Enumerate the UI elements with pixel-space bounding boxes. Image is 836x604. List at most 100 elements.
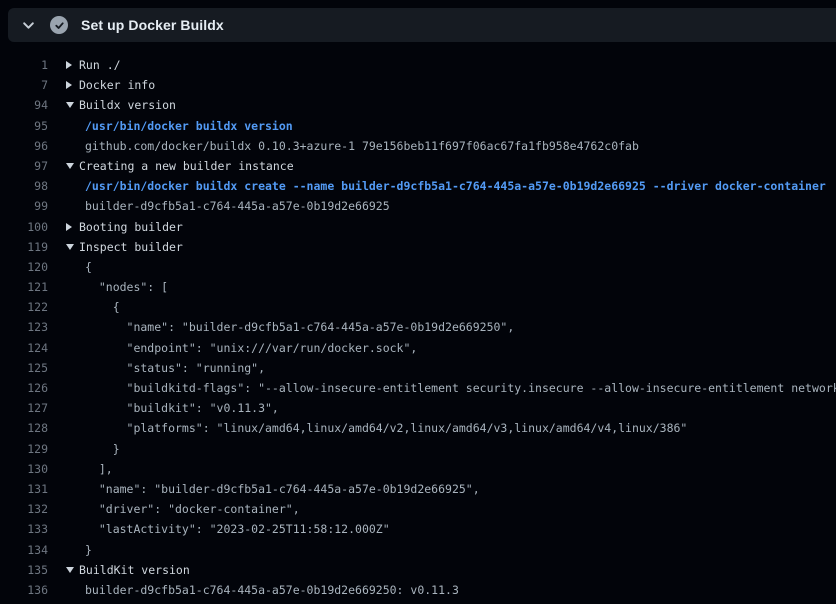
log-line-number[interactable]: 127	[0, 398, 48, 418]
log-content: {	[66, 257, 92, 277]
log-line-text: {	[85, 297, 120, 317]
log-line-number[interactable]: 119	[0, 237, 48, 257]
log-row: 128 "platforms": "linux/amd64,linux/amd6…	[0, 418, 836, 438]
log-lines: 1 Run ./ 7 Docker info 94 Buildx version…	[0, 45, 836, 600]
log-row: 127 "buildkit": "v0.11.3",	[0, 398, 836, 418]
log-line-text: "name": "builder-d9cfb5a1-c764-445a-a57e…	[85, 317, 514, 337]
caret-collapsed-icon	[66, 61, 79, 69]
log-group-toggle[interactable]: Creating a new builder instance	[66, 156, 294, 176]
log-line-number[interactable]: 129	[0, 439, 48, 459]
log-row: 135 BuildKit version	[0, 560, 836, 580]
log-line-text: {	[85, 257, 92, 277]
log-line-number[interactable]: 131	[0, 479, 48, 499]
log-row: 94 Buildx version	[0, 95, 836, 115]
log-line-text: }	[85, 540, 92, 560]
log-line-number[interactable]: 7	[0, 75, 48, 95]
log-line-number[interactable]: 123	[0, 317, 48, 337]
step-header[interactable]: Set up Docker Buildx	[8, 8, 836, 42]
log-content: {	[66, 297, 120, 317]
log-content: "endpoint": "unix:///var/run/docker.sock…	[66, 338, 417, 358]
log-group-toggle[interactable]: Inspect builder	[66, 237, 183, 257]
log-line-number[interactable]: 134	[0, 540, 48, 560]
log-line-text: Buildx version	[79, 95, 176, 115]
log-line-number[interactable]: 125	[0, 358, 48, 378]
log-content: /usr/bin/docker buildx version	[66, 116, 293, 136]
log-line-number[interactable]: 133	[0, 519, 48, 539]
log-line-text: /usr/bin/docker buildx create --name bui…	[85, 176, 826, 196]
log-row: 130 ],	[0, 459, 836, 479]
log-group-toggle[interactable]: Booting builder	[66, 217, 183, 237]
log-content: }	[66, 439, 120, 459]
log-content: ],	[66, 459, 113, 479]
log-row: 129 }	[0, 439, 836, 459]
log-line-number[interactable]: 128	[0, 418, 48, 438]
log-line-text: builder-d9cfb5a1-c764-445a-a57e-0b19d2e6…	[85, 196, 390, 216]
log-content: "buildkit": "v0.11.3",	[66, 398, 279, 418]
log-line-number[interactable]: 124	[0, 338, 48, 358]
log-line-text: "endpoint": "unix:///var/run/docker.sock…	[85, 338, 417, 358]
log-line-number[interactable]: 96	[0, 136, 48, 156]
log-content: builder-d9cfb5a1-c764-445a-a57e-0b19d2e6…	[66, 580, 459, 600]
log-group-toggle[interactable]: Buildx version	[66, 95, 176, 115]
log-row: 125 "status": "running",	[0, 358, 836, 378]
log-line-number[interactable]: 130	[0, 459, 48, 479]
log-line-number[interactable]: 99	[0, 196, 48, 216]
caret-collapsed-icon	[66, 81, 79, 89]
log-group-toggle[interactable]: BuildKit version	[66, 560, 190, 580]
log-row: 126 "buildkitd-flags": "--allow-insecure…	[0, 378, 836, 398]
log-line-number[interactable]: 121	[0, 277, 48, 297]
log-row: 1 Run ./	[0, 55, 836, 75]
log-line-number[interactable]: 1	[0, 55, 48, 75]
log-line-text: "buildkitd-flags": "--allow-insecure-ent…	[85, 378, 836, 398]
log-line-number[interactable]: 94	[0, 95, 48, 115]
log-content: }	[66, 540, 92, 560]
log-group-toggle[interactable]: Docker info	[66, 75, 155, 95]
log-line-text: Inspect builder	[79, 237, 183, 257]
log-row: 97 Creating a new builder instance	[0, 156, 836, 176]
log-line-number[interactable]: 126	[0, 378, 48, 398]
log-row: 120 {	[0, 257, 836, 277]
log-line-text: "driver": "docker-container",	[85, 499, 300, 519]
log-line-text: Run ./	[79, 55, 121, 75]
log-row: 99 builder-d9cfb5a1-c764-445a-a57e-0b19d…	[0, 196, 836, 216]
log-line-number[interactable]: 132	[0, 499, 48, 519]
log-line-text: "lastActivity": "2023-02-25T11:58:12.000…	[85, 519, 390, 539]
log-line-number[interactable]: 122	[0, 297, 48, 317]
caret-expanded-icon	[66, 244, 79, 250]
log-line-text: /usr/bin/docker buildx version	[85, 116, 293, 136]
log-line-number[interactable]: 95	[0, 116, 48, 136]
log-content: "status": "running",	[66, 358, 265, 378]
log-line-text: "platforms": "linux/amd64,linux/amd64/v2…	[85, 418, 687, 438]
log-line-number[interactable]: 136	[0, 580, 48, 600]
log-line-number[interactable]: 135	[0, 560, 48, 580]
step-title: Set up Docker Buildx	[81, 17, 224, 33]
log-line-text: Booting builder	[79, 217, 183, 237]
log-row: 131 "name": "builder-d9cfb5a1-c764-445a-…	[0, 479, 836, 499]
log-content: github.com/docker/buildx 0.10.3+azure-1 …	[66, 136, 639, 156]
log-row: 124 "endpoint": "unix:///var/run/docker.…	[0, 338, 836, 358]
log-line-text: "status": "running",	[85, 358, 265, 378]
log-row: 98 /usr/bin/docker buildx create --name …	[0, 176, 836, 196]
log-line-number[interactable]: 97	[0, 156, 48, 176]
log-content: "lastActivity": "2023-02-25T11:58:12.000…	[66, 519, 390, 539]
log-line-text: BuildKit version	[79, 560, 190, 580]
log-line-text: "name": "builder-d9cfb5a1-c764-445a-a57e…	[85, 479, 480, 499]
log-line-text: builder-d9cfb5a1-c764-445a-a57e-0b19d2e6…	[85, 580, 459, 600]
check-circle-icon	[50, 16, 68, 34]
log-line-text: ],	[85, 459, 113, 479]
log-line-number[interactable]: 100	[0, 217, 48, 237]
chevron-down-icon[interactable]	[21, 18, 35, 32]
log-row: 119 Inspect builder	[0, 237, 836, 257]
log-content: /usr/bin/docker buildx create --name bui…	[66, 176, 826, 196]
log-row: 7 Docker info	[0, 75, 836, 95]
log-content: "name": "builder-d9cfb5a1-c764-445a-a57e…	[66, 479, 480, 499]
log-line-number[interactable]: 98	[0, 176, 48, 196]
caret-expanded-icon	[66, 102, 79, 108]
log-content: "name": "builder-d9cfb5a1-c764-445a-a57e…	[66, 317, 514, 337]
log-line-text: github.com/docker/buildx 0.10.3+azure-1 …	[85, 136, 639, 156]
caret-collapsed-icon	[66, 223, 79, 231]
log-row: 122 {	[0, 297, 836, 317]
log-line-number[interactable]: 120	[0, 257, 48, 277]
log-line-text: Docker info	[79, 75, 155, 95]
log-group-toggle[interactable]: Run ./	[66, 55, 121, 75]
